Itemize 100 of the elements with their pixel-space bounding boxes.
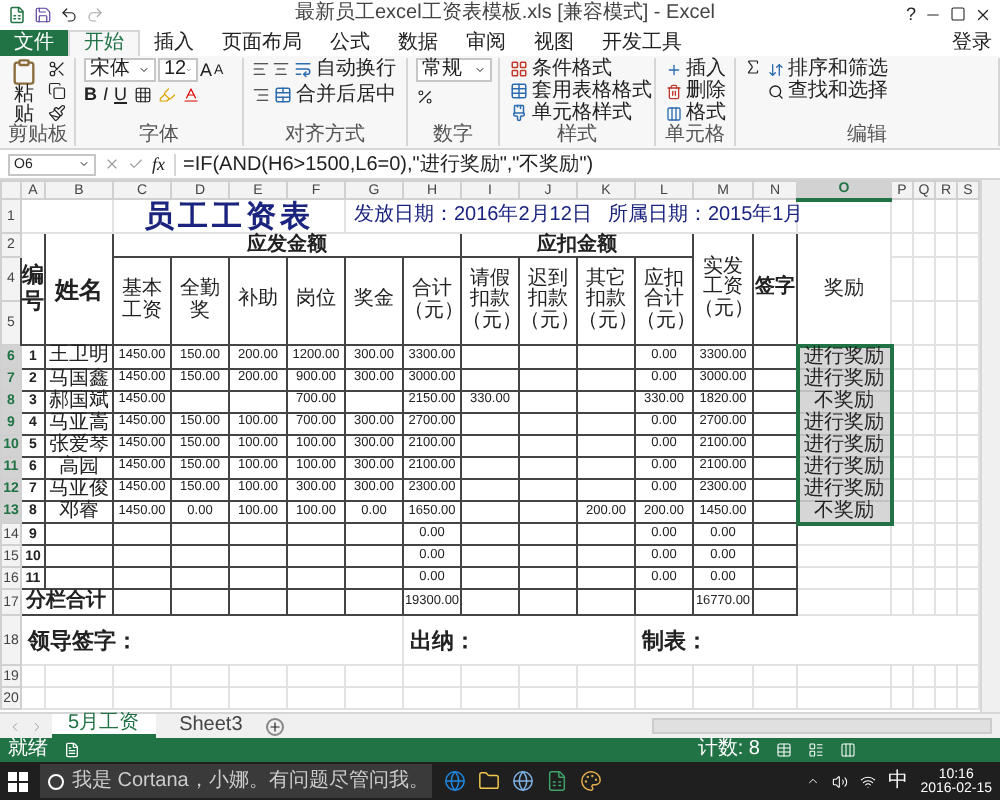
spreadsheet-app-icon [8,5,26,23]
check-icon[interactable] [128,156,144,172]
table-cell [113,589,171,615]
table-header: 全勤奖 [171,257,229,345]
table-cell: 不奖励 [797,390,891,412]
vertical-scrollbar[interactable] [980,180,1000,712]
copy-icon[interactable] [48,82,66,100]
table-cell [229,523,287,545]
font-name-field[interactable]: 宋体 [84,58,156,82]
table-cell: 马亚俊 [45,478,113,500]
fill-color-icon[interactable] [157,86,176,104]
font-color-icon[interactable] [181,86,200,104]
table-cell [461,523,519,545]
spreadsheet-icon[interactable] [546,770,568,792]
ribbon-tab[interactable]: 页面布局 [208,30,316,56]
editing-button[interactable]: 查找和选择 [766,80,890,102]
table-cell [577,368,635,390]
grid-icon [510,60,528,78]
underline-button[interactable]: U [114,86,128,104]
windows-logo-icon[interactable] [8,771,28,791]
align-right-icon[interactable] [252,86,270,104]
table-cell [577,390,635,412]
insert-function-button[interactable]: fx [152,155,165,173]
brush-icon [510,104,528,122]
signature-label: 出纳： [408,630,476,654]
add-sheet-button[interactable] [266,717,285,735]
percent-icon[interactable] [416,88,434,106]
editing-button[interactable]: 排序和筛选 [766,58,890,80]
ribbon-tab[interactable]: 视图 [520,30,588,56]
network-icon[interactable] [860,773,877,789]
chevron-up-icon[interactable] [806,774,821,788]
table-cell [577,589,635,615]
sheet-tab[interactable]: 5月工资 [52,714,156,738]
table-cell: 进行奖励 [797,456,891,478]
browser-icon[interactable] [444,770,466,792]
ribbon-tab[interactable]: 审阅 [452,30,520,56]
cells-button[interactable]: 插入 [664,58,728,80]
ribbon-tab[interactable]: 公式 [316,30,384,56]
table-cell [461,368,519,390]
align-left-icon[interactable] [252,60,270,78]
ribbon-tab[interactable]: 插入 [140,30,208,56]
paste-button[interactable]: 粘贴 [8,58,40,126]
cells-button[interactable]: 删除 [664,80,728,102]
ribbon-tab[interactable]: 数据 [384,30,452,56]
grow-font-button[interactable]: A [200,61,213,79]
wrap-text-icon [294,60,312,78]
cancel-icon[interactable] [104,156,120,172]
table-header: 岗位 [287,257,345,345]
border-icon[interactable] [133,86,152,104]
help-button[interactable]: ? [905,5,916,23]
volume-icon[interactable] [832,773,849,789]
cells-button[interactable]: 格式 [664,102,728,124]
table-cell [461,478,519,500]
maximize-icon[interactable] [950,6,966,22]
table-cell [577,545,635,567]
folder-icon[interactable] [478,770,500,792]
table-cell [287,545,345,567]
table-cell [461,589,519,615]
close-icon[interactable] [974,5,992,23]
wrap-text-button[interactable]: 自动换行 [292,58,398,80]
page-layout-icon[interactable] [808,742,824,758]
input-method[interactable]: 中 [888,771,909,791]
sheet-tab[interactable]: Sheet3 [163,714,259,738]
group-label: 剪贴板 [8,126,66,146]
table-header: 迟到扣款（元） [519,257,577,345]
style-button[interactable]: 套用表格格式 [508,80,654,102]
table-cell: 马国鑫 [45,368,113,390]
search-icon [768,83,784,99]
table-cell [171,589,229,615]
table-cell [345,589,403,615]
sign-in-link[interactable]: 登录 [952,34,1000,56]
horizontal-scrollbar[interactable] [652,718,992,734]
ribbon-tab[interactable]: 文件 [0,30,68,56]
number-format-field[interactable]: 常规 [416,58,492,82]
palette-icon[interactable] [580,770,602,792]
sum-icon[interactable] [744,58,762,76]
scissors-icon[interactable] [48,60,66,78]
page-break-icon[interactable] [840,742,856,758]
bold-button[interactable]: B [84,86,97,104]
italic-button[interactable]: I [103,86,109,104]
save-icon[interactable] [34,5,52,23]
table-cell [461,545,519,567]
table-cell [461,567,519,589]
font-size-field[interactable]: 12 [158,58,198,82]
table-cell [577,412,635,434]
table-cell [45,567,113,589]
style-button[interactable]: 条件格式 [508,58,654,80]
align-center-icon[interactable] [272,60,290,78]
paintbrush-icon[interactable] [48,104,66,122]
style-button[interactable]: 单元格样式 [508,102,654,124]
plus-icon [666,61,682,77]
formula-field[interactable]: =IF(AND(H6>1500,L6=0),"进行奖励","不奖励") [173,153,992,175]
normal-view-icon[interactable] [776,742,792,758]
ribbon-tab[interactable]: 开发工具 [588,30,696,56]
group-header: 应扣金额 [461,233,693,257]
globe-icon[interactable] [512,770,534,792]
table-cell [113,545,171,567]
merge-center-button[interactable]: 合并后居中 [272,84,398,106]
undo-icon[interactable] [60,5,78,23]
ribbon-tab[interactable]: 开始 [68,30,140,56]
